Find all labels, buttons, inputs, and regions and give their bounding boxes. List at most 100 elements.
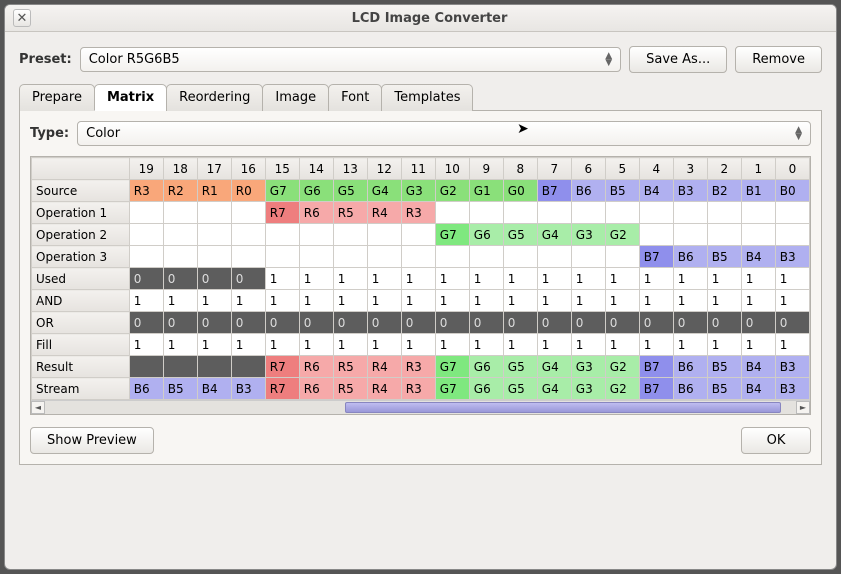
bit-cell[interactable]: B4 (741, 378, 775, 400)
bit-cell[interactable]: 1 (333, 334, 367, 356)
bit-cell[interactable]: 1 (129, 290, 163, 312)
bit-cell[interactable]: B1 (741, 180, 775, 202)
bit-cell[interactable]: 0 (197, 312, 231, 334)
bit-cell[interactable] (197, 224, 231, 246)
bit-cell[interactable]: 0 (707, 312, 741, 334)
bit-cell[interactable]: 0 (163, 312, 197, 334)
bit-cell[interactable]: B3 (775, 246, 809, 268)
bit-cell[interactable]: 0 (469, 312, 503, 334)
bit-cell[interactable] (435, 202, 469, 224)
bit-cell[interactable]: B4 (639, 180, 673, 202)
bit-cell[interactable]: 0 (163, 268, 197, 290)
bit-cell[interactable] (163, 246, 197, 268)
bit-cell[interactable] (231, 246, 265, 268)
tab-matrix[interactable]: Matrix (94, 84, 167, 111)
bit-cell[interactable]: B3 (673, 180, 707, 202)
bit-cell[interactable]: B5 (707, 378, 741, 400)
bit-cell[interactable] (503, 246, 537, 268)
bit-cell[interactable]: 1 (401, 268, 435, 290)
scroll-right-icon[interactable]: ► (796, 401, 810, 414)
bit-cell[interactable]: G5 (503, 378, 537, 400)
bit-cell[interactable]: 1 (367, 290, 401, 312)
bit-cell[interactable]: R5 (333, 202, 367, 224)
bit-cell[interactable] (741, 202, 775, 224)
bit-cell[interactable] (707, 224, 741, 246)
bit-cell[interactable] (299, 246, 333, 268)
bit-cell[interactable] (129, 224, 163, 246)
bit-cell[interactable]: 1 (571, 268, 605, 290)
bit-cell[interactable]: G2 (435, 180, 469, 202)
remove-button[interactable]: Remove (735, 46, 822, 73)
bit-cell[interactable]: 1 (299, 334, 333, 356)
bit-cell[interactable]: 0 (741, 312, 775, 334)
bit-cell[interactable]: B6 (673, 378, 707, 400)
bit-cell[interactable]: 0 (639, 312, 673, 334)
bit-cell[interactable] (639, 224, 673, 246)
bit-cell[interactable]: G2 (605, 356, 639, 378)
bit-cell[interactable]: 1 (673, 268, 707, 290)
bit-cell[interactable]: R6 (299, 356, 333, 378)
bit-cell[interactable]: 1 (605, 290, 639, 312)
bit-cell[interactable]: B4 (741, 246, 775, 268)
bit-cell[interactable]: 0 (367, 312, 401, 334)
preset-combo[interactable]: Color R5G6B5 ▲▼ (80, 47, 621, 72)
bit-cell[interactable] (231, 202, 265, 224)
bit-cell[interactable]: R4 (367, 378, 401, 400)
bit-cell[interactable]: B4 (197, 378, 231, 400)
bit-cell[interactable] (129, 246, 163, 268)
bit-cell[interactable]: 1 (673, 334, 707, 356)
bit-cell[interactable]: G2 (605, 224, 639, 246)
bit-cell[interactable]: 0 (503, 312, 537, 334)
bit-cell[interactable]: 0 (129, 312, 163, 334)
bit-cell[interactable]: G6 (469, 224, 503, 246)
bit-cell[interactable]: 1 (605, 334, 639, 356)
bit-cell[interactable]: 0 (537, 312, 571, 334)
bit-cell[interactable]: 1 (367, 334, 401, 356)
bit-cell[interactable] (605, 246, 639, 268)
bit-cell[interactable]: 0 (197, 268, 231, 290)
bit-cell[interactable] (129, 202, 163, 224)
bit-cell[interactable] (469, 202, 503, 224)
bit-cell[interactable]: B6 (673, 246, 707, 268)
bit-cell[interactable]: B2 (707, 180, 741, 202)
bit-cell[interactable]: R7 (265, 356, 299, 378)
tab-prepare[interactable]: Prepare (19, 84, 95, 111)
bit-cell[interactable]: G1 (469, 180, 503, 202)
bit-cell[interactable]: R0 (231, 180, 265, 202)
bit-cell[interactable]: R2 (163, 180, 197, 202)
bit-cell[interactable]: G5 (333, 180, 367, 202)
bit-cell[interactable]: 0 (231, 268, 265, 290)
bit-cell[interactable] (333, 224, 367, 246)
bit-cell[interactable]: 1 (503, 290, 537, 312)
bit-cell[interactable] (129, 356, 163, 378)
bit-cell[interactable]: G3 (571, 224, 605, 246)
bit-cell[interactable]: 1 (741, 334, 775, 356)
bit-cell[interactable]: B6 (571, 180, 605, 202)
bit-cell[interactable]: R5 (333, 378, 367, 400)
bit-cell[interactable]: 1 (265, 268, 299, 290)
bit-cell[interactable]: 1 (537, 290, 571, 312)
bit-cell[interactable]: B3 (775, 378, 809, 400)
bit-cell[interactable]: 1 (469, 290, 503, 312)
bit-cell[interactable] (503, 202, 537, 224)
bit-cell[interactable]: G4 (537, 224, 571, 246)
bit-cell[interactable] (401, 224, 435, 246)
bit-cell[interactable]: 1 (775, 290, 809, 312)
bit-cell[interactable]: B6 (673, 356, 707, 378)
bit-cell[interactable]: G5 (503, 356, 537, 378)
bit-cell[interactable]: 1 (503, 334, 537, 356)
bit-cell[interactable] (401, 246, 435, 268)
bit-cell[interactable]: 0 (435, 312, 469, 334)
bit-cell[interactable] (265, 224, 299, 246)
bit-cell[interactable] (605, 202, 639, 224)
bit-cell[interactable]: 1 (707, 290, 741, 312)
bit-cell[interactable]: R3 (129, 180, 163, 202)
horizontal-scrollbar[interactable]: ◄ ► (31, 400, 810, 414)
bit-cell[interactable]: 0 (129, 268, 163, 290)
bit-cell[interactable]: G7 (435, 356, 469, 378)
tab-reordering[interactable]: Reordering (166, 84, 263, 111)
bit-cell[interactable] (163, 202, 197, 224)
bit-cell[interactable]: 1 (197, 334, 231, 356)
bit-cell[interactable] (707, 202, 741, 224)
bit-cell[interactable]: 1 (571, 290, 605, 312)
